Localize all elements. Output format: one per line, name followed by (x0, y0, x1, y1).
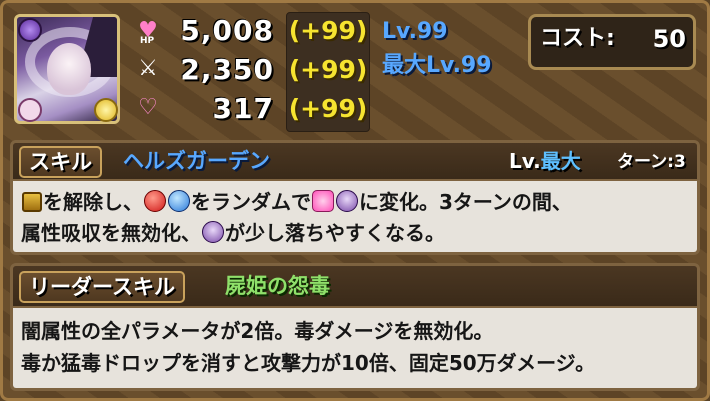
skill-desc-1b: をランダムで (191, 190, 311, 214)
leader-desc-line-1: 闇属性の全パラメータが2倍。毒ダメージを無効化。 (21, 319, 494, 343)
leader-skill-header: リーダースキル 屍姫の怨毒 (13, 266, 697, 308)
skill-level-prefix: Lv. (509, 149, 541, 173)
skill-panel: スキル ヘルズガーデン Lv.最大 ターン:3 を解除し、 をランダムで に変化。3… (10, 140, 700, 255)
leader-skill-name: 屍姫の怨毒 (225, 274, 330, 298)
portrait-face (47, 43, 91, 95)
sword-icon: ⚔ (138, 56, 158, 81)
leader-skill-description: 闇属性の全パラメータが2倍。毒ダメージを無効化。 毒か猛毒ドロップを消すと攻撃力… (13, 308, 697, 388)
leader-desc-line-2: 毒か猛毒ドロップを消すと攻撃力が10倍、固定50万ダメージ。 (21, 351, 596, 375)
water-orb-icon (168, 190, 190, 212)
hp-plus: (+99) (288, 16, 368, 45)
dark-attribute-icon (18, 18, 42, 42)
rcv-value: 317 (212, 92, 274, 125)
skill-desc-line-1: を解除し、 をランダムで に変化。3ターンの間、 (21, 187, 572, 217)
leader-skill-tag: リーダースキル (19, 271, 185, 303)
poison-orb-icon (336, 190, 358, 212)
poison-orb-icon (202, 221, 224, 243)
skill-desc-2b: が少し落ちやすくなる。 (225, 221, 445, 245)
skill-name: ヘルズガーデン (123, 149, 270, 173)
cost-value: 50 (652, 25, 686, 53)
atk-value: 2,350 (180, 53, 274, 86)
skill-level: Lv.最大 (509, 147, 581, 175)
leader-skill-panel: リーダースキル 屍姫の怨毒 闇属性の全パラメータが2倍。毒ダメージを無効化。 毒… (10, 263, 700, 391)
current-level: Lv.99 (382, 19, 448, 44)
fire-orb-icon (144, 190, 166, 212)
max-level: 最大Lv.99 (382, 53, 492, 78)
rcv-plus: (+99) (288, 94, 368, 123)
light-attribute-icon (94, 98, 118, 122)
skill-desc-line-2: 属性吸収を無効化、 が少し落ちやすくなる。 (21, 218, 445, 248)
skill-header: スキル ヘルズガーデン Lv.最大 ターン:3 (13, 143, 697, 181)
hp-value: 5,008 (180, 14, 274, 47)
skill-desc-1a: を解除し、 (43, 190, 143, 214)
skill-tag: スキル (19, 146, 102, 178)
heart-orb-icon (312, 190, 334, 212)
hp-icon-label: HP (140, 36, 155, 46)
hp-icon: ♥ HP (134, 18, 162, 46)
skill-desc-1c: に変化。3ターンの間、 (359, 190, 572, 214)
heart-icon (18, 98, 42, 122)
cost-label: コスト: (540, 26, 615, 51)
skill-turns: ターン:3 (617, 152, 686, 172)
recovery-heart-icon: ♡ (138, 95, 158, 120)
atk-plus: (+99) (288, 55, 368, 84)
skill-level-value: 最大 (540, 149, 581, 173)
lock-icon (22, 192, 42, 212)
skill-desc-2a: 属性吸収を無効化、 (21, 221, 201, 245)
skill-description: を解除し、 をランダムで に変化。3ターンの間、 属性吸収を無効化、 が少し落ちやすく… (13, 181, 697, 252)
